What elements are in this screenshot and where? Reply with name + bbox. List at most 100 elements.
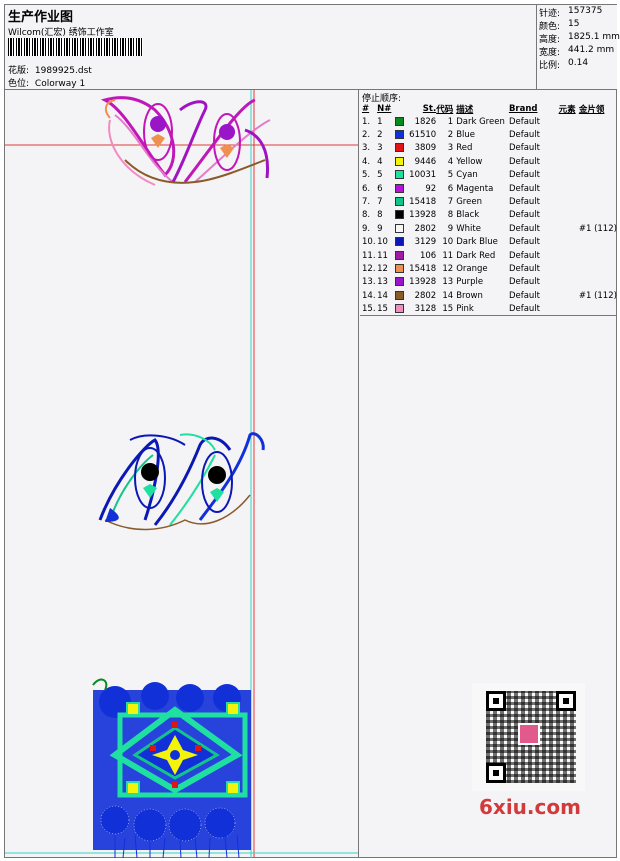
- stitch-count: 9446: [414, 156, 437, 167]
- row-index: 6.: [362, 183, 371, 194]
- element-value: [559, 128, 579, 141]
- color-code: 2: [447, 130, 454, 141]
- table-row: 1. 1 1826 1 Dark Green Default: [360, 115, 617, 128]
- stop-sequence-table: # N# St. 代码 描述 Brand 元素 金片领 1. 1 1826 1 Dark…: [360, 102, 617, 316]
- color-swatch: [395, 210, 405, 220]
- row-index: 4.: [362, 156, 371, 167]
- color-code: 3: [447, 143, 454, 154]
- row-index: 13.: [362, 277, 376, 288]
- motif-bottom-geometric: [92, 678, 251, 858]
- sequin-value: [579, 209, 617, 222]
- row-index: 1.: [362, 116, 371, 127]
- color-swatch: [395, 116, 405, 126]
- table-row: 13. 13 13928 13 Purple Default: [360, 276, 617, 289]
- stat-scale: 比例: 0.14: [539, 58, 588, 71]
- row-index: 11.: [362, 250, 376, 261]
- color-code: 13: [442, 277, 454, 288]
- thread-brand: Default: [508, 156, 540, 167]
- color-swatch-cell: [395, 169, 407, 182]
- stitch-count: 15418: [409, 197, 437, 208]
- sequin-value: [579, 262, 617, 275]
- color-swatch-cell: [395, 262, 407, 275]
- color-code: 14: [442, 290, 454, 301]
- color-swatch: [395, 143, 405, 153]
- color-description: Dark Green: [456, 116, 505, 127]
- element-value: [559, 195, 579, 208]
- thread-brand: Default: [508, 143, 540, 154]
- color-swatch: [395, 277, 405, 287]
- color-description: Yellow: [456, 156, 483, 167]
- color-swatch-cell: [395, 249, 407, 262]
- stat-value: 441.2 mm: [568, 45, 615, 55]
- qr-finder-icon: [556, 691, 576, 711]
- qr-finder-icon: [486, 763, 506, 783]
- row-index: 10.: [362, 237, 376, 248]
- thread-brand: Default: [508, 183, 540, 194]
- color-description: Dark Blue: [456, 237, 498, 248]
- color-swatch: [395, 130, 405, 140]
- color-code: 15: [442, 304, 454, 315]
- color-swatch: [395, 197, 405, 207]
- sequin-value: [579, 169, 617, 182]
- sequin-value: #1 (112): [578, 223, 617, 234]
- design-preview: [5, 90, 359, 858]
- table-row: 10. 10 3129 10 Dark Blue Default: [360, 236, 617, 249]
- row-index: 14.: [362, 290, 376, 301]
- column-header: 金片领: [578, 104, 605, 115]
- stitch-count: 106: [419, 250, 437, 261]
- table-row: 12. 12 15418 12 Orange Default: [360, 262, 617, 275]
- qr-finder-icon: [486, 691, 506, 711]
- color-description: Blue: [456, 130, 476, 141]
- color-description: Black: [456, 210, 480, 221]
- column-header: 代码: [436, 104, 454, 115]
- stat-height: 高度: 1825.1 mm: [539, 32, 620, 45]
- table-header-row: # N# St. 代码 描述 Brand 元素 金片领: [360, 102, 617, 115]
- row-index: 15.: [362, 304, 376, 315]
- element-value: [559, 262, 579, 275]
- thread-brand: Default: [508, 210, 540, 221]
- stitch-count: 61510: [409, 130, 437, 141]
- color-description: Cyan: [456, 170, 478, 181]
- table-row: 8. 8 13928 8 Black Default: [360, 209, 617, 222]
- color-description: Pink: [456, 304, 474, 315]
- header-info-panel: 生产作业图 Wilcom(汇宏) 绣饰工作室 花版: 1989925.dst 色…: [5, 5, 537, 89]
- color-code: 6: [447, 183, 454, 194]
- element-value: [559, 289, 579, 302]
- sequin-value: [579, 155, 617, 168]
- stop-sequence-panel: 停止顺序: # N# St. 代码 描述 Brand 元素 金片领 1. 1 182…: [360, 90, 617, 316]
- color-swatch: [395, 156, 405, 166]
- sequin-value: [579, 142, 617, 155]
- color-swatch-cell: [395, 209, 407, 222]
- color-swatch: [395, 237, 405, 247]
- row-index: 2.: [362, 130, 371, 141]
- color-swatch-cell: [395, 276, 407, 289]
- table-row: 3. 3 3809 3 Red Default: [360, 142, 617, 155]
- design-file-name: 1989925.dst: [34, 66, 92, 76]
- color-code: 8: [447, 210, 454, 221]
- element-value: [559, 115, 579, 128]
- column-header: 元素: [558, 104, 576, 115]
- stat-colors: 颜色: 15: [539, 19, 579, 32]
- color-description: Brown: [456, 290, 483, 301]
- stat-value: 15: [568, 19, 580, 29]
- color-description: Magenta: [456, 183, 494, 194]
- color-swatch: [395, 290, 405, 300]
- needle-number: 14: [377, 290, 388, 301]
- qr-logo-stamp: [518, 723, 540, 745]
- color-swatch-cell: [395, 142, 407, 155]
- thread-brand: Default: [508, 263, 540, 274]
- table-row: 14. 14 2802 14 Brown Default #1 (112): [360, 289, 617, 302]
- sequin-value: #1 (112): [578, 290, 617, 301]
- color-swatch-cell: [395, 289, 407, 302]
- color-code: 10: [442, 237, 454, 248]
- needle-number: 1: [377, 116, 383, 127]
- needle-number: 10: [377, 237, 388, 248]
- thread-brand: Default: [508, 250, 540, 261]
- row-index: 12.: [362, 263, 376, 274]
- thread-brand: Default: [508, 290, 540, 301]
- row-index: 9.: [362, 223, 371, 234]
- color-code: 9: [447, 223, 454, 234]
- thread-brand: Default: [508, 277, 540, 288]
- thread-brand: Default: [508, 170, 540, 181]
- motif-middle-floral: [98, 432, 265, 531]
